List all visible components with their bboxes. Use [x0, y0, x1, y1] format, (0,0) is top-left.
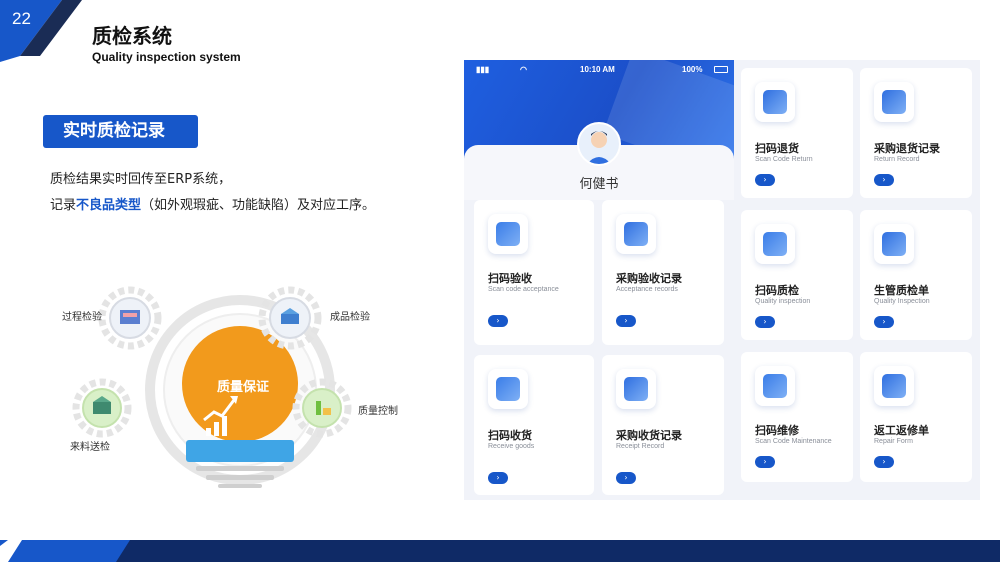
bottom-bar-decoration	[0, 540, 1000, 562]
description-line-1: 质检结果实时回传至ERP系统，	[50, 172, 232, 187]
quality-diagram: 质量保证 过程检验 成品检验 质量控制 来料送检	[40, 280, 440, 500]
label-incoming-inspection: 来料送检	[70, 442, 110, 453]
label-finished-inspection: 成品检验	[330, 312, 370, 323]
card-subtitle: Quality Inspection	[874, 298, 930, 305]
shield-check-icon	[755, 224, 795, 264]
finished-gear-icon	[258, 286, 322, 350]
page-subtitle: Quality inspection system	[92, 50, 241, 64]
grid-scan-icon	[755, 366, 795, 406]
card-title: 采购退货记录	[874, 142, 940, 155]
function-card[interactable]: 采购退货记录 Return Record ›	[860, 68, 972, 198]
card-title: 采购收货记录	[616, 429, 682, 442]
card-arrow-button[interactable]: ›	[488, 315, 508, 327]
page-number: 22	[12, 9, 31, 28]
box-icon	[488, 214, 528, 254]
card-arrow-button[interactable]: ›	[755, 174, 775, 186]
card-arrow-button[interactable]: ›	[488, 472, 508, 484]
wrench-doc-icon	[874, 366, 914, 406]
card-title: 扫码质检	[755, 284, 799, 297]
edit-doc-icon	[616, 369, 656, 409]
card-subtitle: Receipt Record	[616, 443, 665, 450]
user-name: 何健书	[579, 177, 619, 192]
card-subtitle: Scan code acceptance	[488, 286, 559, 293]
card-title: 生管质检单	[874, 284, 929, 297]
section-badge: 实时质检记录	[43, 115, 198, 148]
card-title: 返工返修单	[874, 424, 929, 437]
card-subtitle: Scan Code Return	[755, 156, 813, 163]
search-doc-icon	[874, 82, 914, 122]
function-card[interactable]: 扫码退货 Scan Code Return ›	[741, 68, 853, 198]
control-gear-icon	[292, 378, 352, 438]
signal-icon: ▮▮▮	[476, 65, 490, 74]
description-line-2: 记录不良品类型（如外观瑕疵、功能缺陷）及对应工序。	[50, 194, 375, 213]
card-subtitle: Scan Code Maintenance	[755, 438, 832, 445]
card-title: 采购验收记录	[616, 272, 682, 285]
status-time: 10:10 AM	[580, 65, 615, 74]
card-subtitle: Receive goods	[488, 443, 535, 450]
function-card[interactable]: 采购验收记录 Acceptance records ›	[602, 200, 724, 345]
download-box-icon	[488, 369, 528, 409]
card-title: 扫码收货	[488, 429, 532, 442]
label-quality-control: 质量控制	[358, 406, 398, 417]
chat-list-icon	[616, 214, 656, 254]
function-card[interactable]: 扫码收货 Receive goods ›	[474, 355, 594, 495]
function-card[interactable]: 采购收货记录 Receipt Record ›	[602, 355, 724, 495]
battery-percent: 100%	[682, 65, 703, 74]
card-title: 扫码维修	[755, 424, 799, 437]
card-title: 扫码退货	[755, 142, 799, 155]
diagram-center-label: 质量保证	[216, 380, 269, 395]
description-prefix: 记录	[50, 198, 77, 213]
card-arrow-button[interactable]: ›	[616, 315, 636, 327]
description-suffix: （如外观瑕疵、功能缺陷）及对应工序。	[141, 198, 376, 213]
card-subtitle: Return Record	[874, 156, 920, 163]
function-card[interactable]: 扫码验收 Scan code acceptance ›	[474, 200, 594, 345]
phone-app-panel: ▮▮▮ ◠ 10:10 AM 100% 何健书 扫码验收 Scan code ac…	[464, 60, 980, 500]
function-card[interactable]: 扫码维修 Scan Code Maintenance ›	[741, 352, 853, 482]
card-arrow-button[interactable]: ›	[755, 456, 775, 468]
wifi-icon: ◠	[520, 65, 527, 74]
card-arrow-button[interactable]: ›	[874, 456, 894, 468]
label-process-inspection: 过程检验	[62, 312, 102, 323]
card-subtitle: Quality inspection	[755, 298, 811, 305]
card-subtitle: Repair Form	[874, 438, 913, 445]
battery-icon	[714, 66, 728, 73]
card-subtitle: Acceptance records	[616, 286, 678, 293]
description-highlight: 不良品类型	[76, 198, 142, 213]
function-card[interactable]: 返工返修单 Repair Form ›	[860, 352, 972, 482]
card-arrow-button[interactable]: ›	[874, 174, 894, 186]
function-card[interactable]: 扫码质检 Quality inspection ›	[741, 210, 853, 340]
card-arrow-button[interactable]: ›	[616, 472, 636, 484]
card-title: 扫码验收	[488, 272, 532, 285]
card-arrow-button[interactable]: ›	[755, 316, 775, 328]
return-box-icon	[755, 82, 795, 122]
page-title: 质检系统	[92, 24, 172, 48]
card-arrow-button[interactable]: ›	[874, 316, 894, 328]
user-avatar-icon	[579, 124, 619, 164]
incoming-gear-icon	[72, 378, 132, 438]
function-card[interactable]: 生管质检单 Quality Inspection ›	[860, 210, 972, 340]
process-gear-icon	[98, 286, 162, 350]
avatar[interactable]	[577, 122, 621, 166]
form-icon	[874, 224, 914, 264]
